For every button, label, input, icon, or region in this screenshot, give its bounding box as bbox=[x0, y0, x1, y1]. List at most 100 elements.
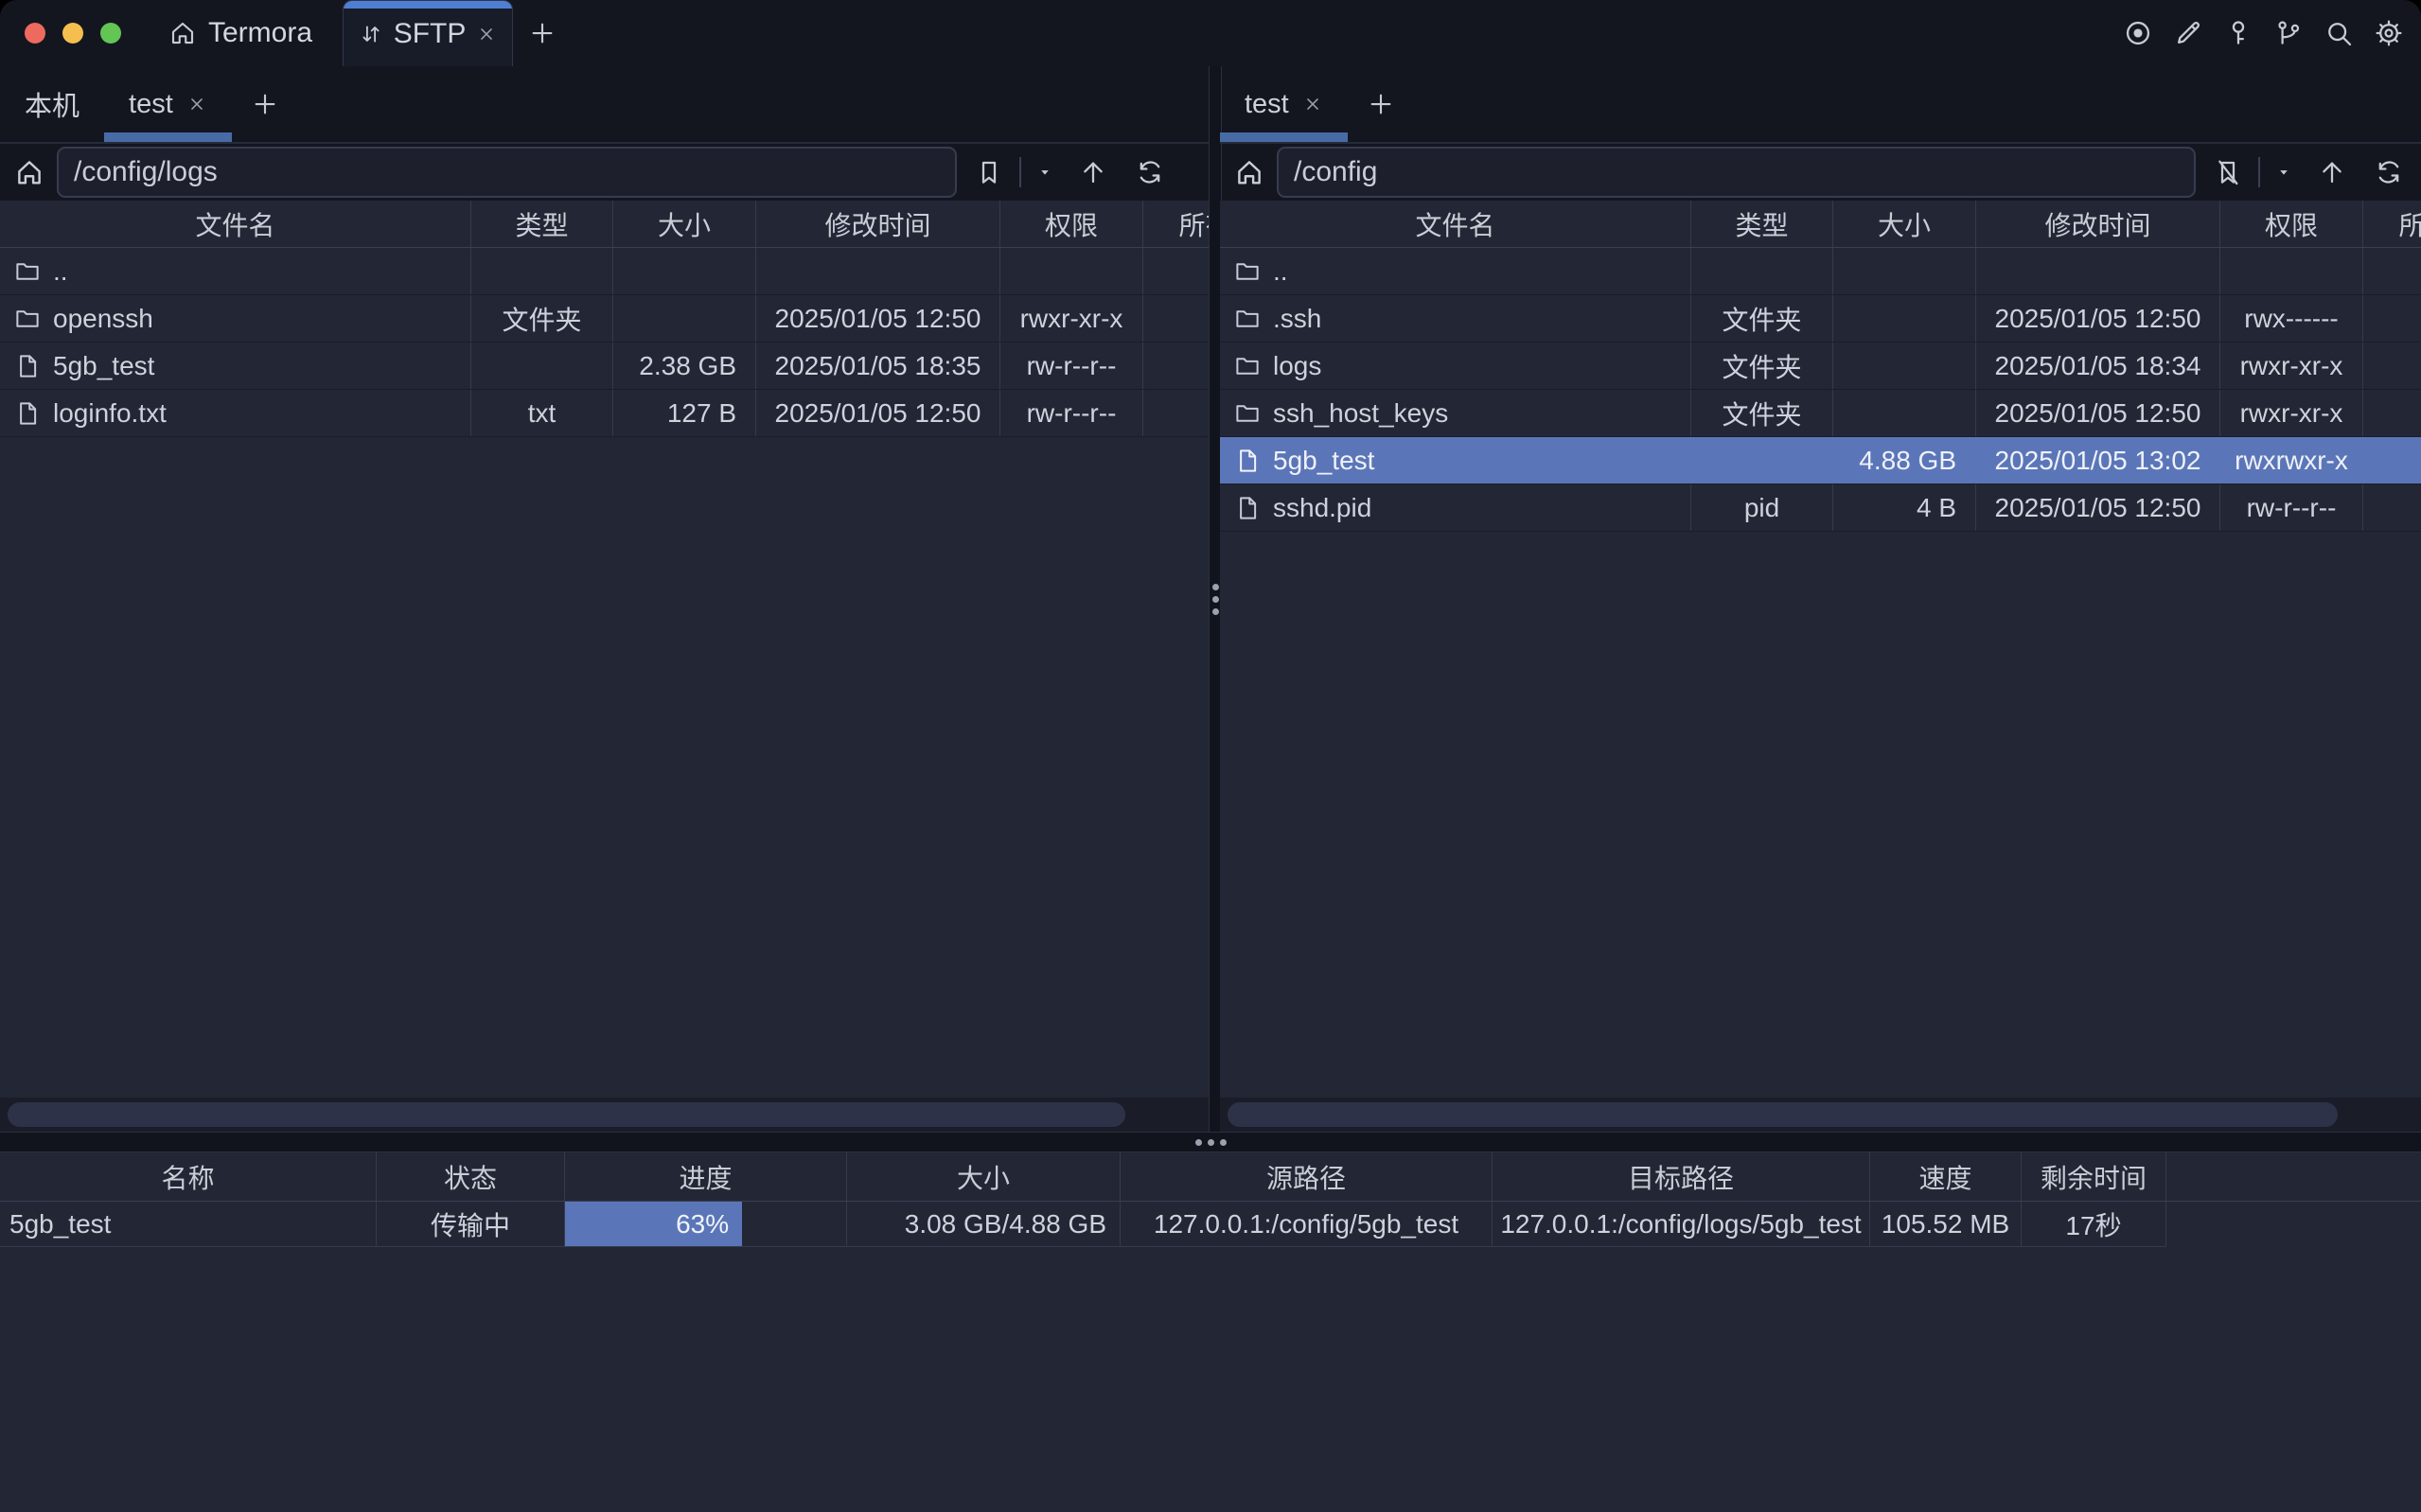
tab-local-machine[interactable]: 本机 bbox=[0, 66, 104, 142]
home-icon[interactable] bbox=[13, 156, 45, 188]
file-row[interactable]: loginfo.txttxt127 B2025/01/05 12:50rw-r-… bbox=[0, 390, 1209, 437]
pencil-icon[interactable] bbox=[2173, 18, 2203, 48]
path-input[interactable] bbox=[57, 147, 957, 198]
progress-fill: 63% bbox=[565, 1202, 742, 1246]
file-icon bbox=[13, 399, 42, 428]
file-icon bbox=[1233, 447, 1262, 475]
file-owner-cell bbox=[2363, 484, 2421, 531]
file-perm-cell: rwxrwxr-x bbox=[2220, 437, 2363, 483]
column-header-owner[interactable]: 所有者 bbox=[2363, 201, 2421, 247]
file-mtime-cell: 2025/01/05 12:50 bbox=[1976, 295, 2220, 342]
refresh-icon[interactable] bbox=[1135, 157, 1165, 187]
scrollbar-thumb[interactable] bbox=[1228, 1102, 2338, 1127]
file-row[interactable]: .. bbox=[0, 248, 1209, 295]
bookmark-icon[interactable] bbox=[974, 157, 1004, 187]
close-tab-icon[interactable] bbox=[186, 94, 207, 114]
zoom-window-button[interactable] bbox=[100, 23, 121, 44]
bookmark-slash-icon[interactable] bbox=[2213, 157, 2243, 187]
file-row[interactable]: openssh文件夹2025/01/05 12:50rwxr-xr-x bbox=[0, 295, 1209, 343]
column-header-progress[interactable]: 进度 bbox=[565, 1152, 847, 1201]
file-name-cell: sshd.pid bbox=[1220, 484, 1691, 531]
file-perm-cell bbox=[2220, 248, 2363, 294]
up-directory-icon[interactable] bbox=[1078, 157, 1108, 187]
file-size-cell: 4.88 GB bbox=[1833, 437, 1976, 483]
column-header-name[interactable]: 名称 bbox=[0, 1152, 377, 1201]
sftp-tab-label: SFTP bbox=[394, 18, 467, 50]
column-header-mtime[interactable]: 修改时间 bbox=[756, 201, 1000, 247]
file-row[interactable]: ssh_host_keys文件夹2025/01/05 12:50rwxr-xr-… bbox=[1220, 390, 2421, 437]
tab-termora[interactable]: Termora bbox=[168, 0, 312, 66]
column-header-mtime[interactable]: 修改时间 bbox=[1976, 201, 2220, 247]
file-type-cell bbox=[471, 248, 613, 294]
column-header-target[interactable]: 目标路径 bbox=[1493, 1152, 1870, 1201]
splitter-handle-icon bbox=[1212, 584, 1219, 615]
close-tab-icon[interactable] bbox=[476, 24, 497, 44]
add-session-button[interactable] bbox=[1348, 66, 1414, 142]
file-table-header: 文件名 类型 大小 修改时间 权限 所有者 bbox=[1220, 201, 2421, 248]
titlebar: Termora SFTP bbox=[0, 0, 2421, 66]
column-header-size[interactable]: 大小 bbox=[613, 201, 756, 247]
up-directory-icon[interactable] bbox=[2317, 157, 2347, 187]
gear-icon[interactable] bbox=[2374, 18, 2404, 48]
file-row[interactable]: logs文件夹2025/01/05 18:34rwxr-xr-x bbox=[1220, 343, 2421, 390]
column-header-empty bbox=[2166, 1152, 2421, 1201]
home-icon[interactable] bbox=[1233, 156, 1265, 188]
file-row[interactable]: 5gb_test2.38 GB2025/01/05 18:35rw-r--r-- bbox=[0, 343, 1209, 390]
tab-sftp[interactable]: SFTP bbox=[343, 0, 513, 66]
branch-icon[interactable] bbox=[2273, 18, 2304, 48]
file-size-cell: 127 B bbox=[613, 390, 756, 436]
file-name-cell: 5gb_test bbox=[1220, 437, 1691, 483]
left-toolbar-actions bbox=[974, 157, 1165, 187]
column-header-perm[interactable]: 权限 bbox=[1000, 201, 1143, 247]
scrollbar-thumb[interactable] bbox=[8, 1102, 1125, 1127]
column-header-speed[interactable]: 速度 bbox=[1870, 1152, 2022, 1201]
file-type-cell: 文件夹 bbox=[1691, 295, 1833, 342]
tab-test-left[interactable]: test bbox=[104, 66, 232, 142]
search-icon[interactable] bbox=[2324, 18, 2354, 48]
column-header-filename[interactable]: 文件名 bbox=[1220, 201, 1691, 247]
record-icon[interactable] bbox=[2123, 18, 2153, 48]
column-header-filename[interactable]: 文件名 bbox=[0, 201, 471, 247]
column-header-perm[interactable]: 权限 bbox=[2220, 201, 2363, 247]
file-type-cell: txt bbox=[471, 390, 613, 436]
chevron-down-icon[interactable] bbox=[2275, 164, 2292, 181]
folder-icon bbox=[1233, 352, 1262, 380]
column-header-source[interactable]: 源路径 bbox=[1121, 1152, 1493, 1201]
file-row[interactable]: 5gb_test 4.88 GB2025/01/05 13:02rwxrwxr-x bbox=[1220, 437, 2421, 484]
transfer-row[interactable]: 5gb_test传输中63%3.08 GB/4.88 GB127.0.0.1:/… bbox=[0, 1202, 2421, 1247]
new-tab-button[interactable] bbox=[528, 0, 557, 66]
file-row[interactable]: .. bbox=[1220, 248, 2421, 295]
file-table-header: 文件名 类型 大小 修改时间 权限 所有者 bbox=[0, 201, 1209, 248]
file-perm-cell: rwxr-xr-x bbox=[2220, 390, 2363, 436]
right-toolbar-actions bbox=[2213, 157, 2404, 187]
column-header-owner[interactable]: 所有者 bbox=[1143, 201, 1209, 247]
file-type-cell bbox=[471, 343, 613, 389]
chevron-down-icon[interactable] bbox=[1036, 164, 1053, 181]
file-mtime-cell: 2025/01/05 13:02 bbox=[1976, 437, 2220, 483]
close-tab-icon[interactable] bbox=[1302, 94, 1323, 114]
minimize-window-button[interactable] bbox=[62, 23, 83, 44]
key-icon[interactable] bbox=[2223, 18, 2253, 48]
path-input[interactable] bbox=[1277, 147, 2196, 198]
file-row[interactable]: sshd.pidpid4 B2025/01/05 12:50rw-r--r-- bbox=[1220, 484, 2421, 532]
column-header-size[interactable]: 大小 bbox=[1833, 201, 1976, 247]
tab-test-right[interactable]: test bbox=[1220, 66, 1348, 142]
file-perm-cell: rw-r--r-- bbox=[1000, 390, 1143, 436]
column-header-status[interactable]: 状态 bbox=[377, 1152, 565, 1201]
file-size-cell bbox=[613, 248, 756, 294]
column-header-remaining[interactable]: 剩余时间 bbox=[2022, 1152, 2166, 1201]
file-size-cell bbox=[1833, 343, 1976, 389]
file-mtime-cell: 2025/01/05 12:50 bbox=[756, 390, 1000, 436]
refresh-icon[interactable] bbox=[2374, 157, 2404, 187]
add-session-button[interactable] bbox=[232, 66, 298, 142]
column-header-size[interactable]: 大小 bbox=[847, 1152, 1121, 1201]
file-size-cell bbox=[1833, 295, 1976, 342]
transfer-splitter[interactable] bbox=[0, 1132, 2421, 1152]
column-header-type[interactable]: 类型 bbox=[1691, 201, 1833, 247]
column-header-type[interactable]: 类型 bbox=[471, 201, 613, 247]
app-tab-label: Termora bbox=[208, 17, 312, 49]
right-file-table: 文件名 类型 大小 修改时间 权限 所有者 ...ssh文件夹2025/01/0… bbox=[1220, 201, 2421, 1098]
file-type-cell: 文件夹 bbox=[1691, 343, 1833, 389]
close-window-button[interactable] bbox=[25, 23, 45, 44]
file-row[interactable]: .ssh文件夹2025/01/05 12:50rwx------ bbox=[1220, 295, 2421, 343]
